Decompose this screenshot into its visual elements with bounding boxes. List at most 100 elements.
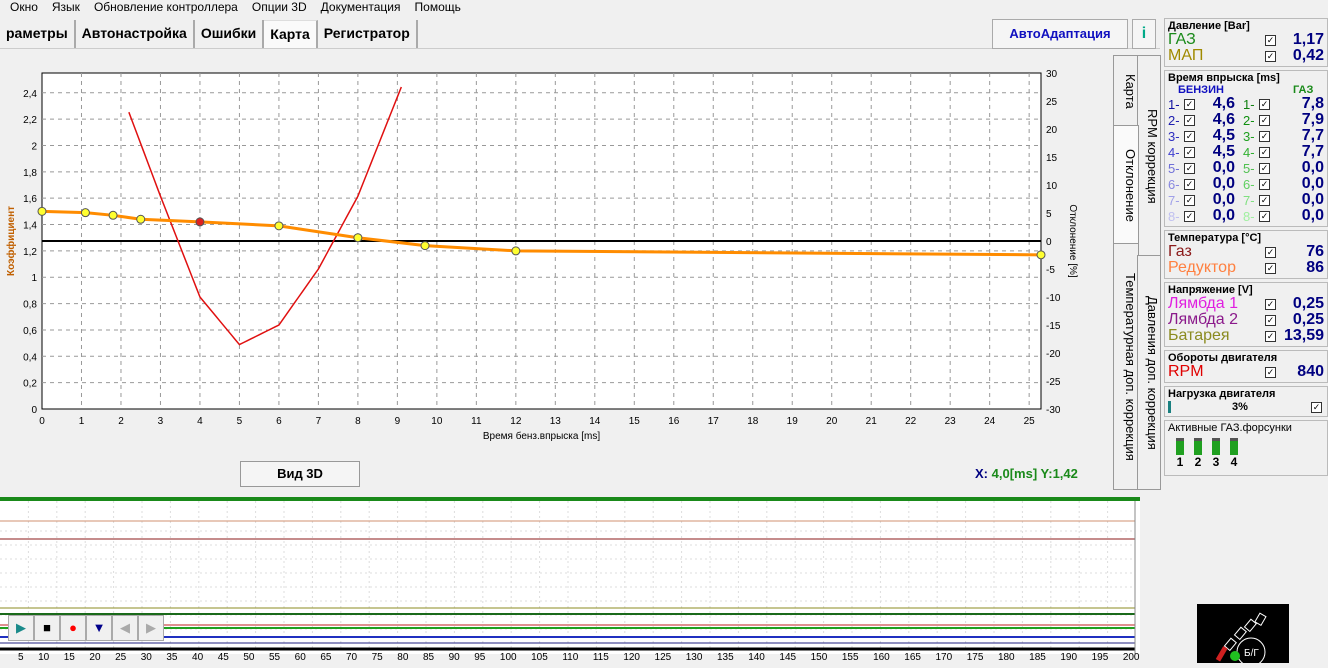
y2-tick-label: -15 — [1046, 321, 1061, 332]
tab-2[interactable]: Ошибки — [194, 20, 265, 48]
voltage-row: Батарея ✓ 13,59 — [1168, 327, 1324, 344]
menu-item[interactable]: Документация — [321, 0, 401, 14]
y2-axis-label: Отклонение [%] — [1067, 204, 1078, 278]
checkbox[interactable]: ✓ — [1184, 194, 1195, 206]
scroll-right-icon[interactable]: ▶ — [138, 615, 164, 641]
checkbox[interactable]: ✓ — [1184, 146, 1195, 158]
menu-item[interactable]: Помощь — [415, 0, 461, 14]
x-tick-label: 10 — [431, 416, 443, 427]
menu-item[interactable]: Окно — [10, 0, 38, 14]
value: 13,59 — [1283, 327, 1324, 344]
record-icon[interactable]: ● — [60, 615, 86, 641]
play-icon[interactable]: ▶ — [8, 615, 34, 641]
checkbox[interactable]: ✓ — [1265, 330, 1276, 342]
temperature-group: Температура [°C] Газ ✓ 76 Редуктор ✓ 86 — [1164, 230, 1328, 279]
side-tab-map[interactable]: Карта — [1113, 55, 1139, 127]
checkbox[interactable]: ✓ — [1265, 34, 1276, 46]
voltage-row: Лямбда 1 ✓ 0,25 — [1168, 295, 1324, 312]
x-label: X: — [975, 466, 988, 481]
checkbox[interactable]: ✓ — [1265, 314, 1276, 326]
view-3d-button[interactable]: Вид 3D — [240, 461, 360, 487]
checkbox[interactable]: ✓ — [1184, 130, 1195, 142]
checkbox[interactable]: ✓ — [1259, 114, 1270, 126]
logger-tick-label: 80 — [397, 652, 409, 663]
load-row: 3% ✓ — [1168, 400, 1324, 414]
auto-adaptation-button[interactable]: АвтоАдаптация — [992, 19, 1128, 49]
y2-tick-label: 15 — [1046, 153, 1058, 164]
checkbox[interactable]: ✓ — [1265, 366, 1276, 378]
side-tab-deviation[interactable]: Отклонение — [1113, 125, 1139, 245]
logger-tick-label: 95 — [474, 652, 486, 663]
coefficient-point[interactable] — [353, 233, 363, 243]
checkbox[interactable]: ✓ — [1259, 130, 1270, 142]
coefficient-point[interactable] — [420, 241, 430, 251]
coefficient-point[interactable] — [274, 221, 284, 231]
logger-tick-label: 160 — [873, 652, 890, 663]
fuel-switch-gauge[interactable]: Б/Г — [1197, 604, 1289, 667]
coefficient-point[interactable] — [511, 246, 521, 256]
side-tab-rpm-correction[interactable]: RPM коррекция — [1137, 55, 1161, 257]
injection-row: 8- ✓ 0,0 8- ✓ 0,0 — [1168, 207, 1324, 224]
checkbox[interactable]: ✓ — [1184, 210, 1195, 222]
checkbox[interactable]: ✓ — [1265, 262, 1276, 274]
checkbox[interactable]: ✓ — [1184, 98, 1195, 110]
coefficient-point[interactable] — [80, 208, 90, 218]
tab-3[interactable]: Карта — [264, 20, 318, 48]
y-tick-label: 2,4 — [23, 89, 37, 100]
checkbox[interactable]: ✓ — [1259, 162, 1270, 174]
coefficient-point[interactable] — [136, 214, 146, 224]
menu-item[interactable]: Обновление контроллера — [94, 0, 238, 14]
x-tick-label: 23 — [945, 416, 957, 427]
stop-icon[interactable]: ■ — [34, 615, 60, 641]
side-tab-pressure-correction[interactable]: Давления доп. коррекция — [1137, 255, 1161, 490]
logger-time-axis: 5 10 15 20 25 30 35 40 45 50 55 60 65 70 75 80 85 90 95 100… — [0, 652, 1140, 663]
checkbox[interactable]: ✓ — [1259, 194, 1270, 206]
coefficient-point[interactable] — [108, 210, 118, 220]
checkbox[interactable]: ✓ — [1311, 401, 1322, 413]
y2-tick-label: 25 — [1046, 97, 1058, 108]
y-value: Y:1,42 — [1040, 466, 1078, 481]
petrol-cyl-label: 2- — [1168, 112, 1180, 128]
value: 840 — [1297, 363, 1324, 380]
tab-4[interactable]: Регистратор — [317, 20, 418, 48]
x-tick-label: 12 — [510, 416, 522, 427]
tab-0[interactable]: раметры — [0, 20, 76, 48]
checkbox[interactable]: ✓ — [1259, 98, 1270, 110]
map-chart[interactable]: 0 1 2 3 4 5 6 7 8 9 10 11 12 13 14 15 16 17 18 19 20 21 22 23 24… — [0, 55, 1110, 455]
injector: 4 — [1228, 438, 1240, 469]
injector-icon — [1194, 438, 1202, 455]
logger-tick-label: 115 — [592, 652, 609, 663]
checkbox[interactable]: ✓ — [1265, 298, 1276, 310]
checkbox[interactable]: ✓ — [1259, 146, 1270, 158]
coefficient-point[interactable] — [37, 206, 47, 216]
y2-tick-label: 30 — [1046, 69, 1058, 80]
menu-item[interactable]: Язык — [52, 0, 80, 14]
checkbox[interactable]: ✓ — [1259, 178, 1270, 190]
checkbox[interactable]: ✓ — [1259, 210, 1270, 222]
injector: 3 — [1210, 438, 1222, 469]
logger-tick-label: 40 — [192, 652, 204, 663]
marker-icon[interactable]: ▼ — [86, 615, 112, 641]
checkbox[interactable]: ✓ — [1184, 114, 1195, 126]
info-icon[interactable]: i — [1132, 19, 1156, 49]
logger-tick-label: 190 — [1060, 652, 1078, 663]
menu-item[interactable]: Опции 3D — [252, 0, 307, 14]
x-tick-label: 18 — [747, 416, 759, 427]
logger-tick-label: 200 — [1122, 652, 1140, 663]
injector: 2 — [1192, 438, 1204, 469]
checkbox[interactable]: ✓ — [1265, 246, 1276, 258]
checkbox[interactable]: ✓ — [1184, 178, 1195, 190]
scroll-left-icon[interactable]: ◀ — [112, 615, 138, 641]
gas-cyl-label: 2- — [1243, 112, 1255, 128]
side-tab-temp-correction[interactable]: Температурная доп. коррекция — [1113, 243, 1139, 490]
x-tick-label: 9 — [395, 416, 401, 427]
tab-1[interactable]: Автонастройка — [75, 20, 195, 48]
checkbox[interactable]: ✓ — [1184, 162, 1195, 174]
logger-tick-label: 30 — [140, 652, 152, 663]
injector-number: 4 — [1230, 455, 1238, 469]
logger-tick-label: 125 — [654, 652, 672, 663]
checkbox[interactable]: ✓ — [1265, 50, 1276, 62]
selected-point[interactable] — [195, 217, 205, 227]
y-tick-label: 2 — [31, 141, 37, 152]
coefficient-point[interactable] — [1036, 250, 1046, 260]
